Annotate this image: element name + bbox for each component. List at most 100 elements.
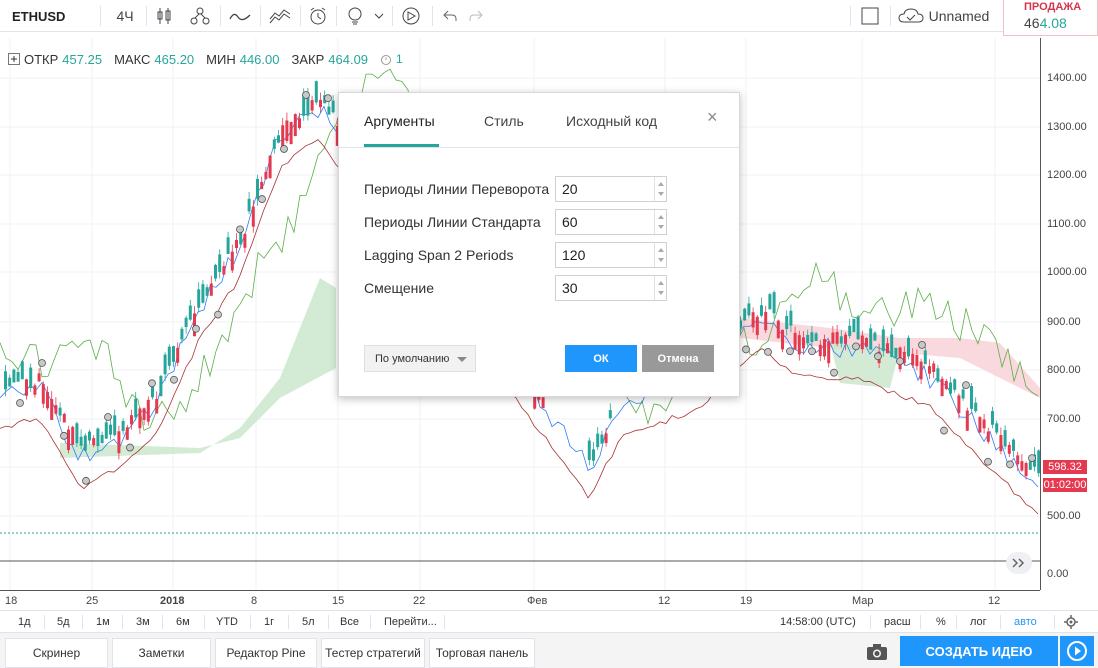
open-value: 457.25 (62, 51, 103, 67)
symbol-search[interactable]: ETHUSD (12, 0, 65, 32)
chart-marker (764, 348, 772, 356)
expand-icon[interactable] (8, 53, 20, 65)
candle-body (802, 337, 805, 349)
chart-marker (236, 225, 244, 234)
goto-date-button[interactable]: Перейти... (384, 611, 437, 633)
candle-body (592, 449, 595, 461)
layout-name[interactable]: Unnamed (928, 0, 990, 32)
undo-icon[interactable] (440, 0, 460, 32)
tab-strategy-tester[interactable]: Тестер стратегий (321, 638, 425, 668)
candle-body (747, 303, 751, 316)
percent-scale-toggle[interactable]: % (936, 611, 946, 633)
candle-body (37, 373, 41, 382)
redo-icon[interactable] (466, 0, 486, 32)
tab-screener[interactable]: Скринер (5, 638, 108, 668)
templates-icon[interactable] (268, 0, 292, 32)
utc-clock[interactable]: 14:58:00 (UTC) (780, 611, 856, 633)
cancel-button[interactable]: Отмена (642, 345, 714, 372)
range-ytd[interactable]: YTD (216, 611, 238, 633)
range-1d[interactable]: 1д (18, 611, 31, 633)
candle-body (58, 407, 62, 416)
candle-body (109, 424, 112, 435)
tab-pine-editor[interactable]: Редактор Pine (215, 638, 317, 668)
candle-body (995, 423, 999, 433)
range-3m[interactable]: 3м (136, 611, 150, 633)
camera-icon[interactable] (866, 643, 888, 664)
sell-button[interactable]: ПРОДАЖА 464.08 (1003, 0, 1098, 36)
range-5y[interactable]: 5л (302, 611, 315, 633)
lagging-span-stepper[interactable] (654, 243, 666, 267)
range-divider (444, 615, 445, 629)
candle-body (881, 329, 885, 352)
candle-body (890, 334, 894, 357)
range-all[interactable]: Все (340, 611, 359, 633)
idea-icon[interactable] (344, 0, 366, 32)
tab-arguments[interactable]: Аргументы (364, 113, 435, 129)
candle-body (835, 331, 839, 344)
candle-body (806, 334, 810, 344)
tab-notes[interactable]: Заметки (112, 638, 211, 668)
candle-body (839, 336, 843, 344)
cloud-icon[interactable] (896, 0, 926, 32)
candle-body (865, 338, 868, 347)
range-1m[interactable]: 1м (96, 611, 110, 633)
high-label: МАКС (114, 51, 151, 67)
fullscreen-icon[interactable] (858, 0, 882, 32)
displacement-stepper[interactable] (654, 276, 666, 300)
candle-body (100, 434, 104, 444)
gear-icon[interactable] (1064, 611, 1078, 633)
create-idea-button[interactable]: СОЗДАТЬ ИДЕЮ (900, 636, 1058, 666)
candle-body (29, 367, 33, 389)
candle-body (768, 294, 772, 310)
candles-icon[interactable] (154, 0, 174, 32)
alert-icon[interactable] (306, 0, 330, 32)
chart-marker (38, 359, 46, 367)
conversion-periods-input[interactable]: 20 (555, 176, 667, 202)
range-6m[interactable]: 6м (176, 611, 190, 633)
candle-body (188, 305, 192, 320)
lagging-span-input[interactable]: 120 (555, 242, 667, 268)
candle-body (310, 100, 314, 111)
candle-body (54, 405, 58, 414)
extended-hours-toggle[interactable]: расш (884, 611, 911, 633)
indicators-icon[interactable] (228, 0, 252, 32)
auto-scale-toggle[interactable]: авто (1014, 611, 1037, 633)
tab-style[interactable]: Стиль (484, 113, 524, 129)
range-5d[interactable]: 5д (57, 611, 70, 633)
ok-button[interactable]: ОК (565, 345, 637, 372)
candle-body (789, 310, 793, 326)
defaults-dropdown[interactable]: По умолчанию (364, 345, 476, 372)
conversion-periods-stepper[interactable] (654, 177, 666, 201)
candle-body (907, 337, 910, 357)
candle-body (96, 428, 100, 447)
price-axis[interactable]: 1400.00 1300.00 1200.00 1100.00 1000.00 900.0… (1040, 38, 1098, 590)
chevron-down-icon[interactable] (372, 0, 386, 32)
candle-body (999, 435, 1003, 452)
alarm-clock-icon[interactable] (380, 53, 392, 65)
time-axis[interactable]: 18 25 2018 8 15 22 Фев 12 19 Мар 12 (0, 590, 1040, 610)
displacement-input[interactable]: 30 (555, 275, 667, 301)
log-scale-toggle[interactable]: лог (970, 611, 987, 633)
compare-icon[interactable] (188, 0, 212, 32)
candle-body (268, 155, 272, 179)
base-periods-stepper[interactable] (654, 210, 666, 234)
scroll-to-realtime-button[interactable] (1006, 552, 1032, 574)
tab-trading-panel[interactable]: Торговая панель (429, 638, 535, 668)
time-label: 12 (988, 595, 1001, 607)
range-1y[interactable]: 1г (264, 611, 274, 633)
candle-body (293, 114, 297, 137)
replay-icon[interactable] (398, 0, 424, 32)
candle-body (755, 316, 759, 336)
candle-body (982, 419, 986, 429)
base-periods-input[interactable]: 60 (555, 209, 667, 235)
candle-body (201, 284, 205, 303)
candle-body (961, 389, 965, 399)
toolbar-divider (300, 6, 301, 26)
tab-source-code[interactable]: Исходный код (566, 113, 657, 129)
candle-body (760, 305, 763, 316)
interval-selector[interactable]: 4Ч (112, 0, 138, 32)
close-icon[interactable]: × (707, 107, 718, 128)
play-button[interactable] (1060, 636, 1094, 666)
high-value: 465.20 (154, 51, 195, 67)
chart-marker (82, 476, 90, 485)
